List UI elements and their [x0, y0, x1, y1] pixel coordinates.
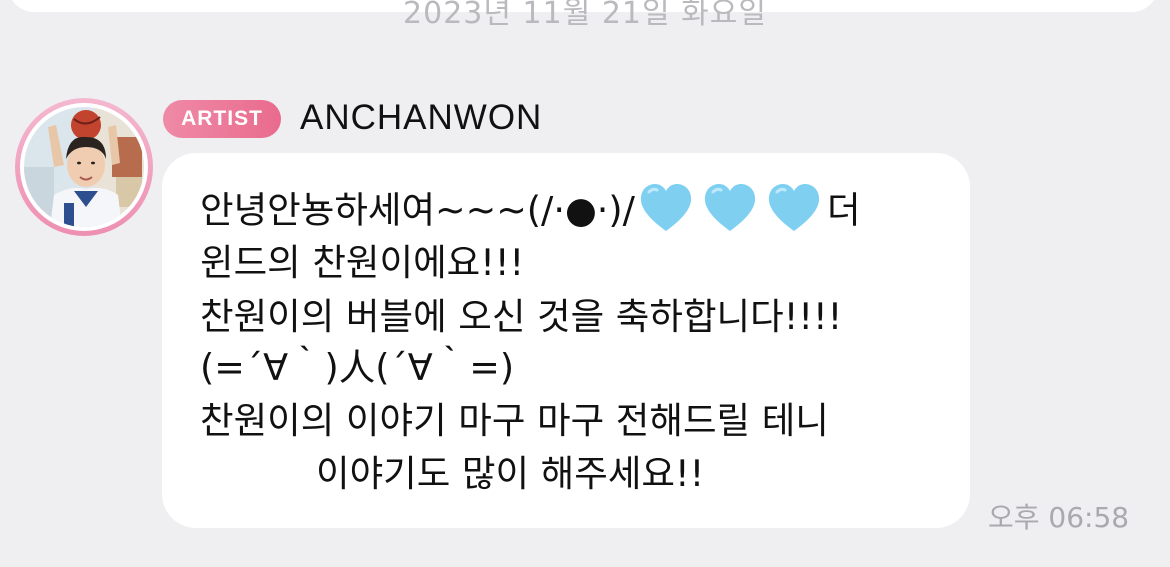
date-divider: 2023년 11월 21일 화요일: [403, 0, 767, 31]
message-line-1-text: 안녕안뇽하세여~~~(/·●·)/: [200, 188, 635, 232]
message-timestamp: 오후 06:58: [988, 501, 1130, 534]
light-blue-heart-icon: [768, 184, 820, 231]
hearts-group: [639, 183, 821, 233]
artist-badge: ARTIST: [163, 100, 281, 138]
sender-name[interactable]: ANCHANWON: [300, 98, 542, 138]
light-blue-heart-icon: [704, 184, 756, 231]
message-line-2: 윈드의 찬원이에요!!!: [200, 241, 525, 284]
avatar[interactable]: [15, 98, 153, 236]
avatar-photo: [24, 107, 144, 227]
message-line-1: 안녕안뇽하세여~~~(/·●·)/ 더: [200, 184, 861, 237]
message-line-6: 이야기도 많이 해주세요!!: [316, 452, 705, 495]
message-line-1-end: 더: [826, 188, 861, 232]
light-blue-heart-icon: [640, 184, 692, 231]
message-line-5: 찬원이의 이야기 마구 마구 전해드릴 테니: [200, 399, 829, 442]
message-line-3: 찬원이의 버블에 오신 것을 축하합니다!!!!: [200, 295, 843, 338]
message-line-4: (=´∀｀)人(´∀｀=): [200, 346, 515, 389]
